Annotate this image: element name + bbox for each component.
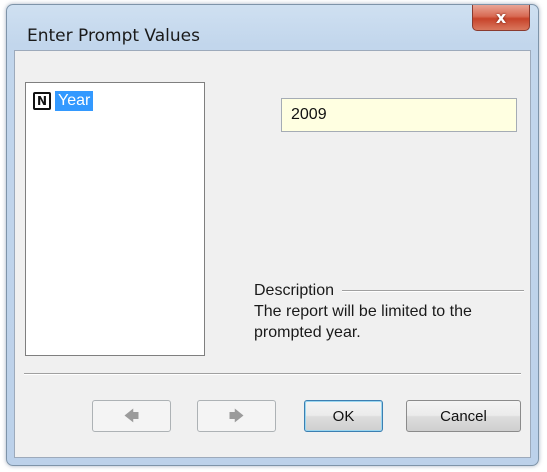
- close-icon: x: [495, 7, 507, 27]
- button-separator: [24, 373, 521, 375]
- prompt-dialog: Enter Prompt Values x N Year Description…: [6, 4, 539, 466]
- list-item[interactable]: N Year: [33, 90, 94, 112]
- arrow-right-icon: 🡆: [228, 407, 245, 425]
- numeric-type-icon: N: [33, 92, 51, 110]
- dialog-title: Enter Prompt Values: [27, 26, 200, 46]
- description-divider: [342, 290, 524, 292]
- prompt-value-input[interactable]: [281, 98, 517, 132]
- list-item-label[interactable]: Year: [55, 91, 94, 111]
- title-bar[interactable]: Enter Prompt Values x: [7, 5, 538, 49]
- description-header: Description: [254, 282, 524, 300]
- ok-button[interactable]: OK: [304, 400, 383, 432]
- description-label: Description: [254, 282, 335, 299]
- dialog-body: N Year Description The report will be li…: [14, 50, 531, 458]
- prompt-list[interactable]: N Year: [25, 82, 205, 356]
- description-text: The report will be limited to the prompt…: [254, 303, 472, 341]
- back-button[interactable]: 🡄: [92, 400, 171, 432]
- forward-button[interactable]: 🡆: [197, 400, 276, 432]
- arrow-left-icon: 🡄: [123, 407, 140, 425]
- description-group: Description The report will be limited t…: [254, 282, 524, 343]
- cancel-button[interactable]: Cancel: [406, 400, 521, 432]
- close-button[interactable]: x: [472, 5, 530, 31]
